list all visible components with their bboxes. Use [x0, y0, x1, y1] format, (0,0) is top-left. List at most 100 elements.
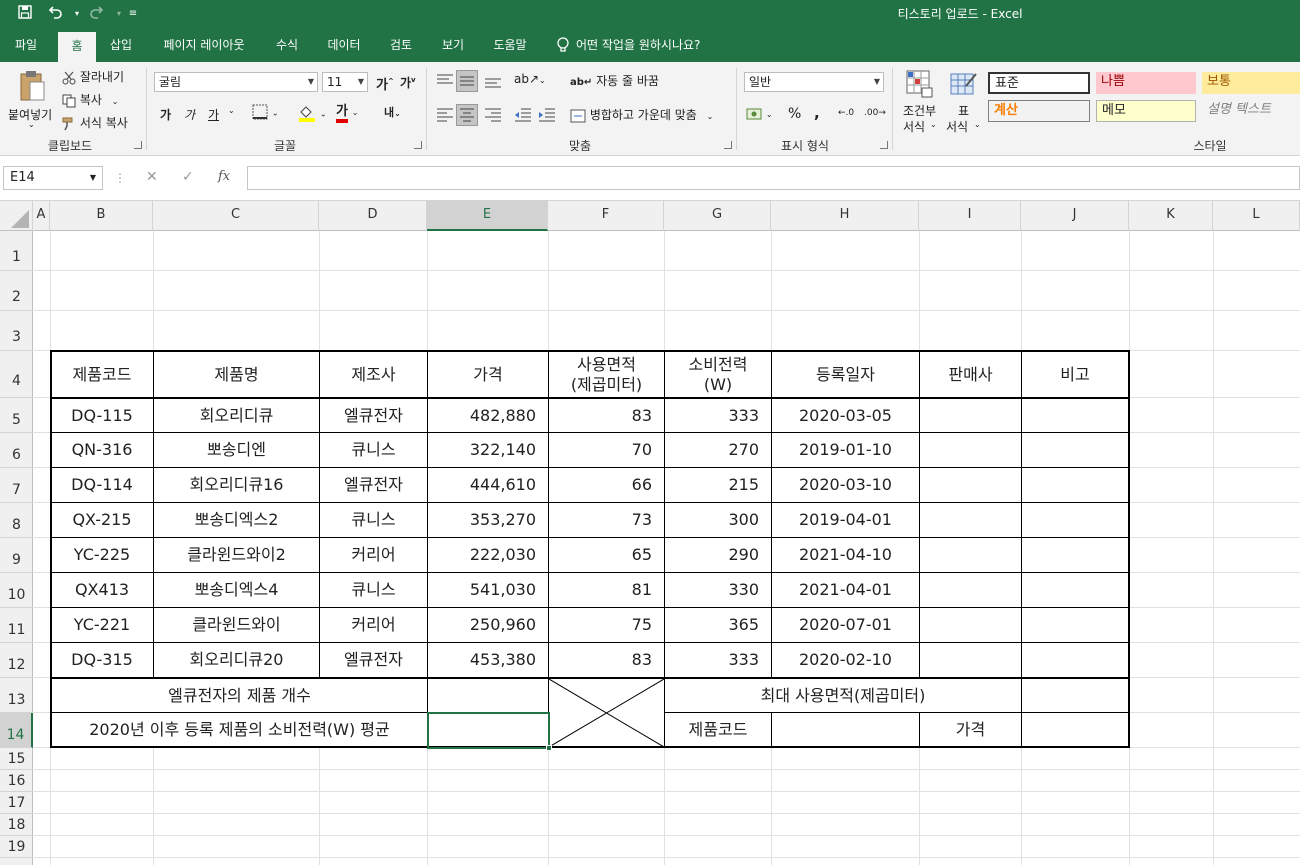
style-bad[interactable]: 나쁨	[1096, 72, 1196, 94]
cell-code[interactable]: QN-316	[51, 433, 153, 467]
row-header-14[interactable]: 14	[0, 713, 33, 748]
header-seller[interactable]: 판매사	[920, 352, 1021, 397]
summary-lq-count-label[interactable]: 엘큐전자의 제품 개수	[52, 679, 427, 712]
tab-data[interactable]: 데이터	[318, 28, 370, 62]
enter-icon[interactable]: ✓	[182, 169, 194, 185]
align-center-button[interactable]	[456, 104, 478, 126]
column-header-j[interactable]: J	[1021, 201, 1129, 231]
insert-function-icon[interactable]: fx	[218, 169, 230, 184]
row-header-12[interactable]: 12	[0, 643, 33, 678]
percent-button[interactable]: %	[788, 106, 801, 122]
row-header-10[interactable]: 10	[0, 573, 33, 608]
row-header-4[interactable]: 4	[0, 351, 33, 398]
phonetic-icon[interactable]: 내⌄	[384, 104, 401, 120]
row-header-7[interactable]: 7	[0, 468, 33, 503]
row-header-1[interactable]: 1	[0, 231, 33, 271]
cell-maker[interactable]: 큐니스	[320, 573, 427, 607]
row-header-19[interactable]: 19	[0, 836, 33, 858]
cell-area[interactable]: 83	[549, 643, 664, 677]
fill-handle[interactable]	[546, 745, 552, 751]
header-power[interactable]: 소비전력 (W)	[665, 352, 771, 397]
number-format-select[interactable]: 일반 ▼	[744, 72, 884, 92]
worksheet-grid[interactable]: 제품코드 제품명 제조사 가격 사용면적 (제곱미터) 소비전력 (W) 등록일…	[33, 231, 1300, 865]
column-header-h[interactable]: H	[771, 201, 919, 231]
cell-name[interactable]: 뽀송디엔	[154, 433, 319, 467]
summary-code-label[interactable]: 제품코드	[665, 713, 771, 746]
increase-font-icon[interactable]: 가^	[376, 74, 394, 93]
column-header-a[interactable]: A	[33, 201, 50, 231]
comma-button[interactable]: ,	[814, 104, 820, 122]
decrease-decimal-icon[interactable]: .00→	[864, 108, 886, 118]
format-painter-button[interactable]: 서식 복사	[62, 114, 128, 131]
cell-name[interactable]: 클라윈드와이	[154, 608, 319, 642]
cell-maker[interactable]: 엘큐전자	[320, 643, 427, 677]
row-header-17[interactable]: 17	[0, 792, 33, 814]
column-header-i[interactable]: I	[919, 201, 1021, 231]
align-right-icon[interactable]	[484, 108, 502, 122]
header-price[interactable]: 가격	[428, 352, 548, 397]
cell-price[interactable]: 322,140	[428, 433, 548, 467]
tab-file[interactable]: 파일	[4, 28, 48, 62]
align-top-icon[interactable]	[436, 74, 454, 88]
column-header-c[interactable]: C	[153, 201, 319, 231]
style-calculation[interactable]: 계산	[988, 100, 1090, 122]
row-header-5[interactable]: 5	[0, 398, 33, 433]
cell-code[interactable]: QX413	[51, 573, 153, 607]
cell-power[interactable]: 270	[665, 433, 771, 467]
header-product-code[interactable]: 제품코드	[51, 352, 153, 397]
align-bottom-icon[interactable]	[484, 74, 502, 88]
row-header-11[interactable]: 11	[0, 608, 33, 643]
clipboard-launcher-icon[interactable]	[134, 141, 142, 149]
tab-formulas[interactable]: 수식	[266, 28, 308, 62]
row-header-3[interactable]: 3	[0, 311, 33, 351]
tab-page-layout[interactable]: 페이지 레이아웃	[152, 28, 256, 62]
number-launcher-icon[interactable]	[880, 141, 888, 149]
name-box[interactable]: E14 ▼	[3, 166, 103, 190]
cell-name[interactable]: 뽀송디엑스2	[154, 503, 319, 537]
column-header-k[interactable]: K	[1129, 201, 1213, 231]
column-header-d[interactable]: D	[319, 201, 427, 231]
cell-code[interactable]: YC-221	[51, 608, 153, 642]
row-header-2[interactable]: 2	[0, 271, 33, 311]
cell-price[interactable]: 541,030	[428, 573, 548, 607]
underline-dropdown-icon[interactable]: ⌄	[228, 106, 235, 115]
header-area[interactable]: 사용면적 (제곱미터)	[549, 352, 664, 397]
font-launcher-icon[interactable]	[414, 141, 422, 149]
select-all-corner[interactable]	[0, 201, 33, 231]
tab-view[interactable]: 보기	[432, 28, 474, 62]
cell-price[interactable]: 444,610	[428, 468, 548, 502]
cell-price[interactable]: 250,960	[428, 608, 548, 642]
row-header-8[interactable]: 8	[0, 503, 33, 538]
cell-power[interactable]: 290	[665, 538, 771, 572]
cell-area[interactable]: 66	[549, 468, 664, 502]
column-header-f[interactable]: F	[548, 201, 664, 231]
header-maker[interactable]: 제조사	[320, 352, 427, 397]
cell-price[interactable]: 222,030	[428, 538, 548, 572]
decrease-font-icon[interactable]: 가v	[400, 74, 416, 91]
accounting-format-button[interactable]: ⌄	[746, 106, 773, 121]
row-header-9[interactable]: 9	[0, 538, 33, 573]
row-header-13[interactable]: 13	[0, 678, 33, 713]
cell-area[interactable]: 73	[549, 503, 664, 537]
row-header-15[interactable]: 15	[0, 748, 33, 770]
row-header-16[interactable]: 16	[0, 770, 33, 792]
style-neutral[interactable]: 보통	[1202, 72, 1300, 94]
cell-maker[interactable]: 엘큐전자	[320, 468, 427, 502]
orientation-button[interactable]: ab↗⌄	[514, 72, 546, 86]
summary-price-label[interactable]: 가격	[920, 713, 1021, 746]
cell-area[interactable]: 65	[549, 538, 664, 572]
copy-button[interactable]: 복사 ⌄	[62, 91, 118, 108]
style-normal[interactable]: 표준	[988, 72, 1090, 94]
cell-date[interactable]: 2020-02-10	[772, 643, 919, 677]
cut-button[interactable]: 잘라내기	[62, 68, 124, 85]
tab-insert[interactable]: 삽입	[100, 28, 142, 62]
border-button[interactable]: ⌄	[252, 104, 279, 120]
formula-input[interactable]	[247, 166, 1300, 190]
tab-help[interactable]: 도움말	[484, 28, 536, 62]
style-explanatory[interactable]: 설명 텍스트	[1202, 100, 1300, 122]
cell-code[interactable]: DQ-315	[51, 643, 153, 677]
cell-power[interactable]: 300	[665, 503, 771, 537]
paste-button[interactable]: 붙여넣기 ⌄	[6, 66, 58, 132]
cell-date[interactable]: 2021-04-01	[772, 573, 919, 607]
format-as-table-button[interactable]: 표 서식 ⌄	[946, 66, 982, 134]
